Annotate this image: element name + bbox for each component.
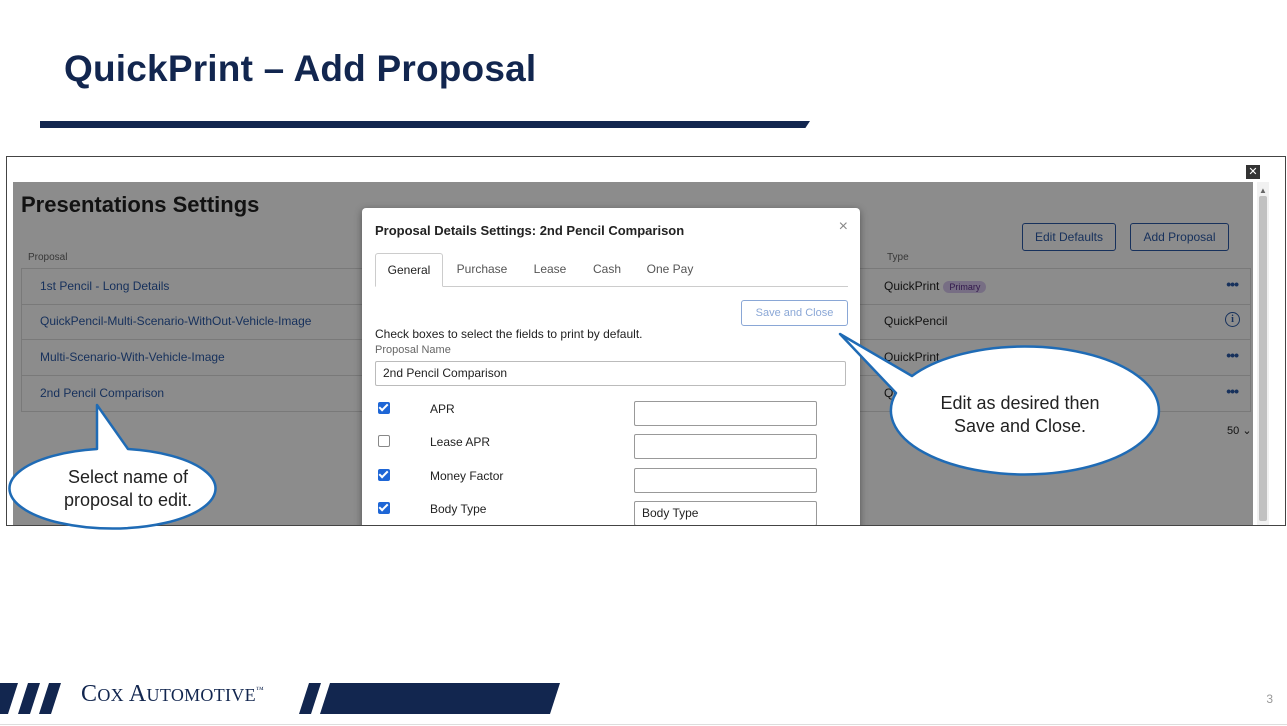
- lease-apr-input[interactable]: [634, 434, 817, 459]
- title-underline: [40, 121, 810, 128]
- scroll-thumb[interactable]: [1259, 196, 1267, 521]
- lease-apr-checkbox[interactable]: [378, 435, 390, 447]
- body-type-label: Body Type: [430, 502, 487, 516]
- vertical-scrollbar[interactable]: ▲: [1257, 182, 1269, 525]
- modal-title: Proposal Details Settings: 2nd Pencil Co…: [375, 223, 685, 238]
- callout-left-text: Select name of proposal to edit.: [63, 467, 193, 510]
- apr-input[interactable]: [634, 401, 817, 426]
- window-close-icon[interactable]: ✕: [1246, 165, 1260, 179]
- slide-title: QuickPrint – Add Proposal: [64, 48, 537, 89]
- tab-lease[interactable]: Lease: [524, 253, 576, 286]
- body-type-checkbox[interactable]: [378, 502, 390, 514]
- footer-rule: [0, 724, 1287, 725]
- lease-apr-label: Lease APR: [430, 435, 491, 449]
- money-factor-label: Money Factor: [430, 469, 504, 483]
- tab-one-pay[interactable]: One Pay: [639, 253, 701, 286]
- scroll-up-icon[interactable]: ▲: [1259, 186, 1267, 195]
- money-factor-input[interactable]: [634, 468, 817, 493]
- modal-tabs: General Purchase Lease Cash One Pay: [375, 253, 848, 287]
- page-number: 3: [1266, 692, 1273, 706]
- tab-cash[interactable]: Cash: [583, 253, 631, 286]
- tab-general[interactable]: General: [375, 253, 443, 287]
- proposal-name-label: Proposal Name: [375, 344, 451, 356]
- money-factor-checkbox[interactable]: [378, 469, 390, 481]
- apr-label: APR: [430, 402, 455, 416]
- body-type-input[interactable]: Body Type: [634, 501, 817, 525]
- instructions-text: Check boxes to select the fields to prin…: [375, 327, 643, 341]
- modal-close-icon[interactable]: ×: [839, 218, 848, 236]
- proposal-details-modal: Proposal Details Settings: 2nd Pencil Co…: [362, 208, 860, 525]
- tab-purchase[interactable]: Purchase: [448, 253, 516, 286]
- apr-checkbox[interactable]: [378, 402, 390, 414]
- callout-right-text: Edit as desired then Save and Close.: [940, 393, 1100, 436]
- proposal-name-input[interactable]: 2nd Pencil Comparison: [375, 361, 846, 386]
- brand-wordmark: COX AUTOMOTIVE™: [81, 681, 265, 707]
